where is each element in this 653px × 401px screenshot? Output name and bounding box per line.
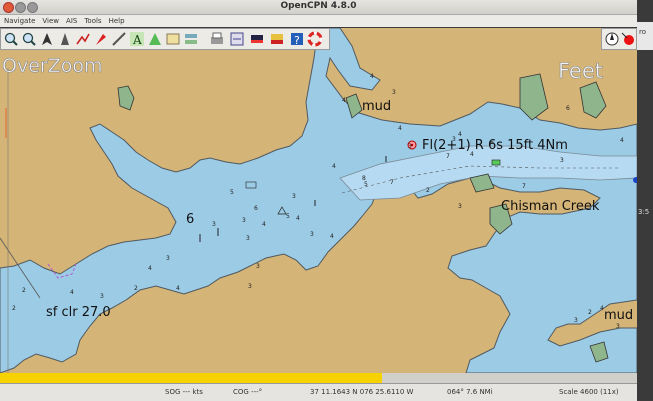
creek-name-label: Chisman Creek [501, 199, 600, 214]
menu-ais[interactable]: AIS [62, 15, 80, 25]
waypoint-tool-icon[interactable] [93, 31, 109, 47]
sounding-depth: 2 [426, 187, 430, 194]
sounding-depth: 3 [408, 143, 412, 150]
sounding-depth: 4 [370, 73, 374, 80]
light-characteristic-label: Fl(2+1) R 6s 15ft 4Nm [422, 138, 568, 153]
menu-help[interactable]: Help [105, 15, 128, 25]
sounding-depth: 6 [254, 205, 258, 212]
sounding-depth: 2 [134, 285, 138, 292]
seabed-label-mud: mud [604, 308, 633, 323]
zoom-out-icon[interactable] [21, 31, 37, 47]
sounding-depth: 4 [398, 125, 402, 132]
sounding-depth: 4 [176, 285, 180, 292]
sounding-depth: 3 [248, 283, 252, 290]
color-scheme-icon[interactable] [249, 31, 265, 47]
mob-icon[interactable] [269, 31, 285, 47]
sounding-depth: 2 [22, 287, 26, 294]
sounding-depth: 2 [588, 309, 592, 316]
help-icon[interactable]: ? [289, 31, 305, 47]
text-tool-icon[interactable]: A [129, 31, 145, 47]
print-icon[interactable] [209, 31, 225, 47]
adjacent-window-time: 3:5 [638, 208, 650, 216]
sounding-depth: 3 [100, 293, 104, 300]
chart-canvas[interactable]: OverZoom Feet mud Fl(2+1) R 6s 15ft 4Nm … [0, 28, 637, 373]
sounding-depth: 3 [212, 221, 216, 228]
gps-status-icon[interactable] [620, 31, 636, 47]
sounding-depth: 3 [166, 255, 170, 262]
seabed-label-mud: mud [362, 99, 391, 114]
position-readout: 37 11.1643 N 076 25.6110 W [310, 388, 414, 396]
title-bar: OpenCPN 4.8.0 [0, 0, 637, 15]
bearing-distance-readout: 064° 7.6 NMi [447, 388, 493, 396]
cog-readout: COG ---° [233, 388, 263, 396]
scale-readout: Scale 4600 (11x) [559, 388, 619, 396]
sounding-depth: 5 [230, 189, 234, 196]
adjacent-window-fragment: ro [637, 22, 653, 50]
svg-text:?: ? [294, 34, 300, 47]
sounding-depth: 3 [242, 217, 246, 224]
sounding-depth: 4 [458, 131, 462, 138]
lifebuoy-icon[interactable] [307, 31, 323, 47]
sounding-depth: 4 [330, 233, 334, 240]
sounding-depth: 7 [446, 153, 450, 160]
sounding-depth: 3 [452, 136, 456, 143]
currents-icon[interactable] [183, 31, 199, 47]
sounding-depth: 3 [310, 231, 314, 238]
ais-icon[interactable] [147, 31, 163, 47]
sounding-depth: 4 [620, 137, 624, 144]
desktop-background-strip [637, 0, 653, 400]
route-icon[interactable] [75, 31, 91, 47]
sounding-depth: 3 [292, 193, 296, 200]
window-title: OpenCPN 4.8.0 [280, 1, 357, 11]
measure-icon[interactable] [111, 31, 127, 47]
chart-bar-fill [0, 373, 383, 383]
menu-bar: Navigate View AIS Tools Help [0, 15, 637, 27]
zoom-in-icon[interactable] [3, 31, 19, 47]
menu-tools[interactable]: Tools [80, 15, 104, 25]
north-up-icon[interactable] [39, 31, 55, 47]
auto-follow-icon[interactable] [57, 31, 73, 47]
sounding-depth: 4 [332, 163, 336, 170]
secondary-toolbar [601, 28, 637, 50]
sounding-depth: 2 [12, 305, 16, 312]
menu-view[interactable]: View [38, 15, 62, 25]
status-bar: SOG --- kts COG ---° 37 11.1643 N 076 25… [0, 383, 637, 401]
sounding-depth: 6 [566, 105, 570, 112]
sounding-depth: 7 [522, 183, 526, 190]
sounding-depth: 4 [262, 221, 266, 228]
compass-icon[interactable] [604, 31, 620, 47]
sounding-depth: 3 [256, 263, 260, 270]
sounding-depth: 7 [390, 179, 394, 186]
tides-icon[interactable] [165, 31, 181, 47]
sog-readout: SOG --- kts [165, 388, 203, 396]
sounding-depth: 3 [458, 203, 462, 210]
sounding-depth: 3 [616, 323, 620, 330]
sounding-depth: 4 [296, 215, 300, 222]
menu-navigate[interactable]: Navigate [0, 15, 38, 25]
sounding-depth: 4 [342, 97, 346, 104]
sounding-depth: 5 [286, 213, 290, 220]
sounding-depth: 3 [246, 235, 250, 242]
sounding-depth: 3 [574, 317, 578, 324]
beacon-icon[interactable] [491, 159, 501, 166]
overzoom-label: OverZoom [2, 55, 102, 77]
svg-text:A: A [132, 33, 142, 47]
bottom-note-label: sf clr 27.0 [46, 305, 111, 320]
depth-units-label: Feet [558, 59, 603, 83]
sounding-depth: 4 [470, 151, 474, 158]
sounding-depth: 4 [600, 305, 604, 312]
sounding-depth: 5 [364, 181, 368, 188]
main-toolbar: A ? [0, 28, 330, 50]
sounding-depth: 8 [362, 175, 366, 182]
sounding-depth: 4 [148, 265, 152, 272]
chart-bar [0, 373, 637, 383]
sounding-depth: 3 [560, 157, 564, 164]
depth-label: 6 [186, 212, 194, 227]
adjacent-window-text: ro [639, 28, 647, 36]
sounding-depth: 6 [490, 139, 494, 146]
sounding-depth: 3 [392, 89, 396, 96]
sounding-depth: 4 [70, 289, 74, 296]
settings-icon[interactable] [229, 31, 245, 47]
